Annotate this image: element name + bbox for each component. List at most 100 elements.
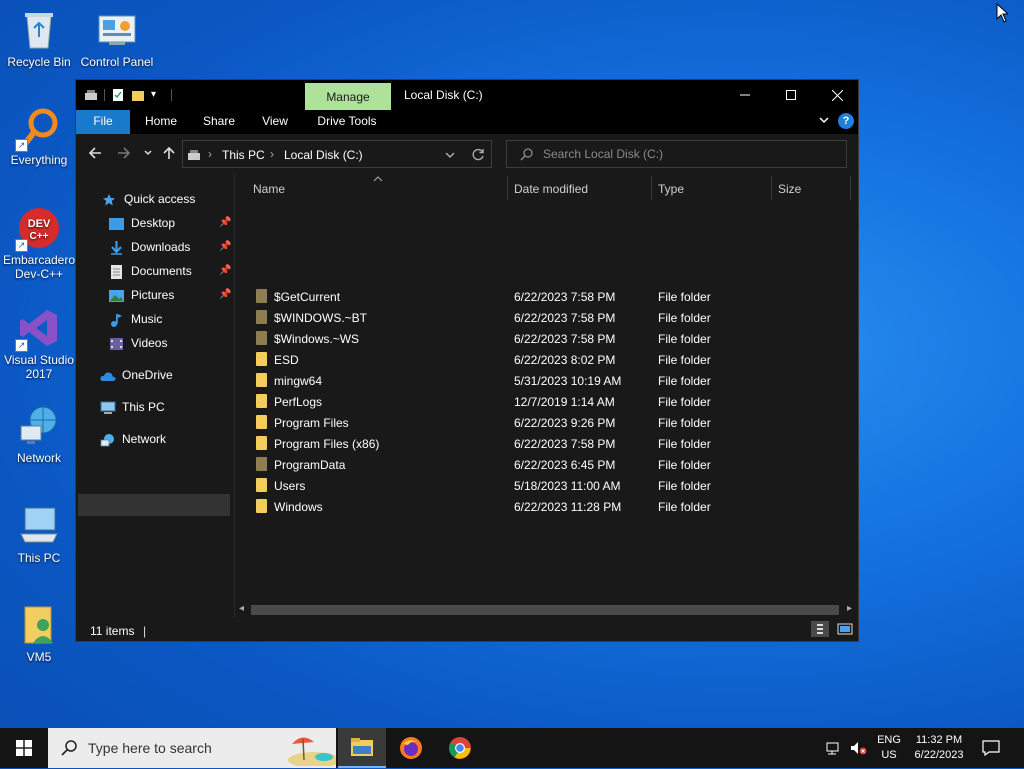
devcpp-icon: DEV C++ ↗ [15, 206, 61, 252]
folder-icon [256, 499, 267, 513]
action-center-notification-icon[interactable] [982, 740, 1000, 759]
column-separator[interactable] [507, 176, 508, 200]
scrollbar-thumb[interactable] [251, 605, 839, 615]
table-row[interactable]: PerfLogs 12/7/2019 1:14 AM File folder [235, 391, 855, 412]
close-button[interactable] [814, 80, 860, 110]
nav-item-this-pc[interactable]: This PC [100, 396, 230, 418]
address-history-chevron-icon[interactable] [444, 149, 456, 164]
help-icon[interactable]: ? [838, 113, 854, 129]
taskbar-search-box[interactable]: Type here to search [48, 728, 340, 768]
desktop-icon-recycle-bin[interactable]: Recycle Bin [1, 8, 77, 69]
file-date-modified: 5/31/2023 10:19 AM [514, 374, 622, 388]
drive-icon[interactable] [84, 88, 98, 102]
column-header-type[interactable]: Type [658, 182, 684, 196]
file-date-modified: 6/22/2023 7:58 PM [514, 437, 616, 451]
network-status-icon[interactable] [825, 740, 843, 759]
status-separator: | [143, 624, 147, 638]
maximize-button[interactable] [768, 80, 814, 110]
tab-file[interactable]: File [76, 110, 130, 134]
horizontal-scrollbar[interactable]: ◂ ▸ [235, 603, 858, 617]
column-header-date-modified[interactable]: Date modified [514, 182, 588, 196]
new-folder-icon[interactable] [131, 88, 145, 102]
search-input[interactable] [541, 146, 835, 162]
table-row[interactable]: Program Files 6/22/2023 9:26 PM File folde… [235, 412, 855, 433]
language-code: ENG [877, 734, 901, 746]
desktop-icon-this-pc[interactable]: This PC [1, 504, 77, 565]
tab-manage[interactable]: Manage [305, 83, 391, 110]
nav-item-desktop[interactable]: Desktop 📌 [109, 212, 233, 234]
pin-icon[interactable]: 📌 [219, 284, 231, 306]
title-bar[interactable]: ▾ Manage Local Disk (C:) [76, 80, 858, 110]
table-row[interactable]: $WINDOWS.~BT 6/22/2023 7:58 PM File folder [235, 307, 855, 328]
column-header-name[interactable]: Name [253, 182, 285, 196]
taskbar-chrome[interactable] [436, 728, 484, 768]
taskbar-file-explorer[interactable] [338, 728, 386, 768]
details-view-button[interactable] [811, 621, 829, 637]
file-date-modified: 6/22/2023 7:58 PM [514, 332, 616, 346]
refresh-icon[interactable] [472, 148, 485, 164]
pin-icon[interactable]: 📌 [219, 260, 231, 282]
nav-item-quick-access[interactable]: Quick access [102, 188, 232, 210]
large-icons-view-button[interactable] [836, 621, 854, 637]
music-note-icon [109, 312, 124, 327]
nav-selection-highlight [78, 494, 230, 516]
breadcrumb-this-pc[interactable]: This PC [222, 148, 265, 162]
minimize-button[interactable] [722, 80, 768, 110]
tab-drive-tools[interactable]: Drive Tools [308, 110, 386, 134]
start-button[interactable] [0, 728, 48, 768]
column-separator[interactable] [771, 176, 772, 200]
nav-item-network[interactable]: Network [100, 428, 230, 450]
clock[interactable]: 11:32 PM 6/22/2023 [908, 733, 970, 763]
column-header-size[interactable]: Size [778, 182, 801, 196]
expand-ribbon-chevron-icon[interactable] [818, 114, 830, 129]
nav-item-downloads[interactable]: Downloads 📌 [109, 236, 233, 258]
address-bar[interactable]: › This PC › Local Disk (C:) [182, 140, 492, 168]
search-box[interactable] [506, 140, 847, 168]
separator [104, 89, 105, 101]
back-arrow-icon[interactable] [88, 146, 102, 164]
desktop-icon-network[interactable]: Network [1, 404, 77, 465]
properties-icon[interactable] [111, 88, 125, 102]
desktop-icon-control-panel[interactable]: Control Panel [79, 8, 155, 69]
customize-qat-chevron-icon[interactable]: ▾ [151, 88, 165, 102]
network-globe-icon [17, 404, 61, 448]
desktop-icon-everything[interactable]: ↗ Everything [1, 106, 77, 167]
up-arrow-icon[interactable] [162, 146, 176, 164]
volume-muted-icon[interactable] [849, 740, 867, 759]
tab-home[interactable]: Home [138, 110, 184, 134]
nav-item-onedrive[interactable]: OneDrive [100, 364, 230, 386]
table-row[interactable]: $GetCurrent 6/22/2023 7:58 PM File folder [235, 286, 855, 307]
table-row[interactable]: mingw64 5/31/2023 10:19 AM File folder [235, 370, 855, 391]
file-name: Windows [274, 500, 323, 514]
input-language[interactable]: ENG US [876, 733, 902, 763]
tab-share[interactable]: Share [196, 110, 242, 134]
nav-item-pictures[interactable]: Pictures 📌 [109, 284, 233, 306]
column-separator[interactable] [850, 176, 851, 200]
nav-item-music[interactable]: Music [109, 308, 233, 330]
table-row[interactable]: Program Files (x86) 6/22/2023 7:58 PM File… [235, 433, 855, 454]
tab-view[interactable]: View [252, 110, 298, 134]
pin-icon[interactable]: 📌 [219, 212, 231, 234]
taskbar-firefox[interactable] [387, 728, 435, 768]
breadcrumb-local-disk[interactable]: Local Disk (C:) [284, 148, 363, 162]
recent-locations-chevron-icon[interactable] [143, 146, 153, 164]
table-row[interactable]: $Windows.~WS 6/22/2023 7:58 PM File folder [235, 328, 855, 349]
pin-icon[interactable]: 📌 [219, 236, 231, 258]
table-row[interactable]: Windows 6/22/2023 11:28 PM File folder [235, 496, 855, 517]
nav-item-videos[interactable]: Videos [109, 332, 233, 354]
keyboard-region: US [881, 749, 897, 761]
scroll-left-arrow-icon[interactable]: ◂ [239, 603, 244, 614]
table-row[interactable]: ProgramData 6/22/2023 6:45 PM File folder [235, 454, 855, 475]
table-row[interactable]: ESD 6/22/2023 8:02 PM File folder [235, 349, 855, 370]
file-name: mingw64 [274, 374, 323, 388]
column-separator[interactable] [651, 176, 652, 200]
desktop-icon-devcpp[interactable]: DEV C++ ↗ Embarcadero Dev-C++ [1, 206, 77, 281]
file-date-modified: 6/22/2023 6:45 PM [514, 458, 616, 472]
forward-arrow-icon[interactable] [117, 146, 131, 164]
nav-item-documents[interactable]: Documents 📌 [109, 260, 233, 282]
folder-icon [256, 436, 267, 450]
table-row[interactable]: Users 5/18/2023 11:00 AM File folder [235, 475, 855, 496]
scroll-right-arrow-icon[interactable]: ▸ [847, 603, 852, 614]
desktop-icon-visual-studio[interactable]: ↗ Visual Studio 2017 [1, 306, 77, 381]
desktop-icon-vm5[interactable]: VM5 [1, 603, 77, 664]
